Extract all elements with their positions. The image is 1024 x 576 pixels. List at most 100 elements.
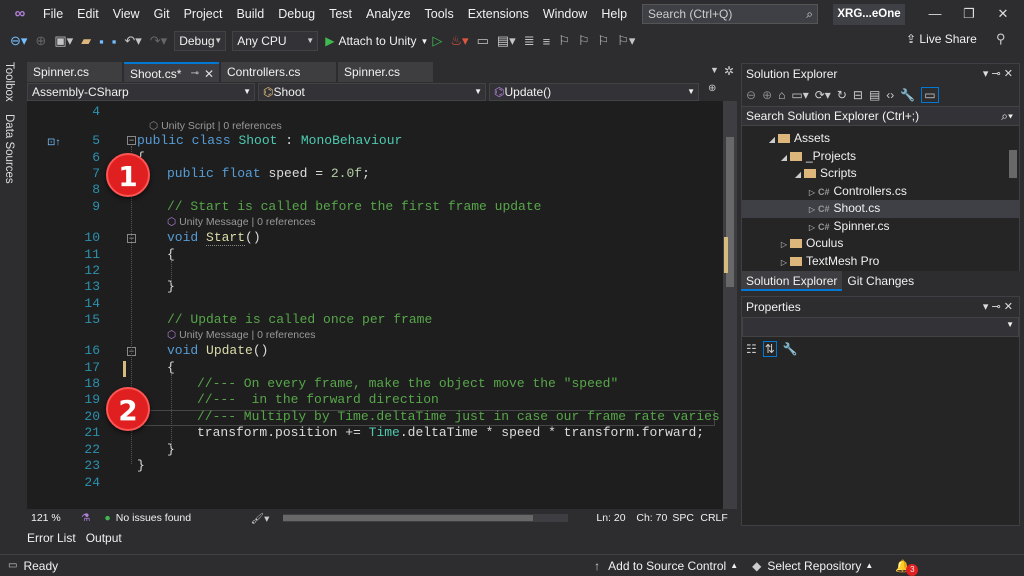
collapsed-icon[interactable]: ▷ xyxy=(778,236,790,254)
collapsed-icon[interactable]: ▷ xyxy=(778,254,790,272)
scrollbar-thumb[interactable] xyxy=(1009,150,1017,178)
solution-name-badge[interactable]: XRG...eOne xyxy=(833,4,905,25)
tab-spinner-2[interactable]: Spinner.cs xyxy=(338,62,433,82)
property-pages-icon[interactable]: 🔧 xyxy=(783,342,798,356)
browse-icon[interactable]: ▭ xyxy=(473,33,493,49)
home-icon[interactable]: ⌂ xyxy=(778,88,785,102)
select-repository[interactable]: Select Repository xyxy=(767,559,861,573)
error-list-tab[interactable]: Error List xyxy=(27,531,76,549)
code-view-icon[interactable]: ‹› xyxy=(886,88,894,102)
issues-status[interactable]: No issues found xyxy=(116,512,246,524)
uncomment-icon[interactable]: ≡ xyxy=(539,34,555,49)
horizontal-scrollbar[interactable] xyxy=(283,514,569,522)
hot-reload-icon[interactable]: ♨▾ xyxy=(446,33,472,49)
open-icon[interactable]: ▰ xyxy=(77,33,95,49)
menu-build[interactable]: Build xyxy=(229,0,271,28)
split-icon[interactable]: ⊕ xyxy=(708,83,716,101)
back-icon[interactable]: ⊖▾ xyxy=(6,33,31,49)
expand-icon[interactable]: ◢ xyxy=(778,149,790,167)
tab-spinner-1[interactable]: Spinner.cs xyxy=(27,62,122,82)
tree-item-scripts[interactable]: ◢ Scripts xyxy=(742,165,1019,183)
whitespace-indicator[interactable]: SPC xyxy=(672,512,700,524)
comment-icon[interactable]: ≣ xyxy=(520,33,539,49)
solution-search-input[interactable]: Search Solution Explorer (Ctrl+;) ⌕▾ xyxy=(742,106,1019,126)
save-all-icon[interactable]: ▪ xyxy=(108,34,121,49)
tab-shoot[interactable]: Shoot.cs* ⊸ ✕ xyxy=(124,62,219,82)
menu-window[interactable]: Window xyxy=(536,0,594,28)
categorized-icon[interactable]: ☷ xyxy=(746,342,757,356)
code-lens-class[interactable]: ⬡ Unity Script | 0 references xyxy=(149,119,282,133)
tree-item-shoot[interactable]: ▷ C# Shoot.cs xyxy=(742,200,1019,218)
save-icon[interactable]: ▪ xyxy=(95,34,108,49)
bookmark-clear-icon[interactable]: ⚐▾ xyxy=(613,33,639,49)
switch-views-icon[interactable]: ▭▾ xyxy=(791,88,808,102)
tree-item-spinner[interactable]: ▷ C# Spinner.cs xyxy=(742,218,1019,236)
toolbox-tab[interactable]: Toolbox xyxy=(3,62,15,102)
gear-icon[interactable]: ✲ xyxy=(724,64,734,78)
tree-item-projects[interactable]: ◢ _Projects xyxy=(742,148,1019,166)
menu-edit[interactable]: Edit xyxy=(70,0,106,28)
output-tab[interactable]: Output xyxy=(86,531,122,549)
collapse-all-icon[interactable]: ⊟ xyxy=(853,88,863,102)
attach-to-unity-button[interactable]: ▶ Attach to Unity ▼ xyxy=(325,34,428,48)
preview-icon[interactable]: ▭ xyxy=(921,87,939,103)
panel-controls-icon[interactable]: ▾ ⊸ ✕ xyxy=(983,297,1013,317)
forward-icon[interactable]: ⊕ xyxy=(762,88,772,102)
menu-git[interactable]: Git xyxy=(147,0,177,28)
tree-item-controllers[interactable]: ▷ C# Controllers.cs xyxy=(742,183,1019,201)
wrench-icon[interactable]: 🔧 xyxy=(900,88,915,102)
column-indicator[interactable]: Ch: 70 xyxy=(636,512,672,524)
panel-controls-icon[interactable]: ▾ ⊸ ✕ xyxy=(983,64,1013,84)
collapsed-icon[interactable]: ▷ xyxy=(806,201,818,219)
zoom-level[interactable]: 121 % xyxy=(31,512,81,524)
scrollbar-thumb[interactable] xyxy=(283,515,534,521)
pending-changes-icon[interactable]: ⟳▾ xyxy=(815,88,831,102)
tree-item-assets[interactable]: ◢ Assets xyxy=(742,130,1019,148)
collapsed-icon[interactable]: ▷ xyxy=(806,219,818,237)
brush-icon[interactable]: 🖌▾ xyxy=(251,512,270,525)
alphabetical-icon[interactable]: ⇅ xyxy=(762,341,777,357)
menu-analyze[interactable]: Analyze xyxy=(359,0,417,28)
git-changes-tab[interactable]: Git Changes xyxy=(842,271,919,291)
menu-help[interactable]: Help xyxy=(594,0,634,28)
fold-toggle[interactable]: − xyxy=(127,136,136,145)
redo-icon[interactable]: ↷▾ xyxy=(146,33,171,49)
ai-icon[interactable]: ⚗ xyxy=(81,512,90,524)
menu-test[interactable]: Test xyxy=(322,0,359,28)
line-ending-indicator[interactable]: CRLF xyxy=(700,512,727,524)
menu-file[interactable]: File xyxy=(36,0,70,28)
bookmark-next-icon[interactable]: ⚐ xyxy=(594,33,614,49)
start-without-debugging-icon[interactable]: ▷ xyxy=(428,33,446,49)
bookmark-icon[interactable]: ⚐ xyxy=(554,33,574,49)
feedback-icon[interactable]: ⚲ xyxy=(996,31,1006,47)
show-all-files-icon[interactable]: ▤ xyxy=(869,88,880,102)
solution-explorer-tab[interactable]: Solution Explorer xyxy=(741,271,843,291)
menu-view[interactable]: View xyxy=(106,0,147,28)
menu-tools[interactable]: Tools xyxy=(418,0,461,28)
refresh-icon[interactable]: ↻ xyxy=(837,88,847,102)
search-input[interactable]: Search (Ctrl+Q) ⌕ xyxy=(642,4,818,24)
window-layout-icon[interactable]: ▤▾ xyxy=(493,33,520,49)
configuration-select[interactable]: Debug ▼ xyxy=(174,31,227,51)
collapsed-icon[interactable]: ▷ xyxy=(806,184,818,202)
restore-icon[interactable]: ❐ xyxy=(954,4,984,24)
data-sources-tab[interactable]: Data Sources xyxy=(3,114,15,184)
menu-extensions[interactable]: Extensions xyxy=(461,0,536,28)
new-project-icon[interactable]: ▣▾ xyxy=(50,33,77,49)
object-select[interactable]: ▼ xyxy=(742,317,1019,337)
minimize-icon[interactable]: — xyxy=(920,4,950,24)
line-indicator[interactable]: Ln: 20 xyxy=(596,512,636,524)
back-icon[interactable]: ⊖ xyxy=(746,88,756,102)
forward-icon[interactable]: ⊕ xyxy=(31,33,50,49)
vs-logo-icon[interactable]: ∞ xyxy=(8,3,32,25)
add-to-source-control[interactable]: Add to Source Control xyxy=(608,559,726,573)
menu-project[interactable]: Project xyxy=(177,0,230,28)
expand-icon[interactable]: ◢ xyxy=(792,166,804,184)
undo-icon[interactable]: ↶▾ xyxy=(120,33,145,49)
tab-controllers[interactable]: Controllers.cs xyxy=(221,62,336,82)
tree-item-textmesh-pro[interactable]: ▷ TextMesh Pro xyxy=(742,253,1019,271)
platform-select[interactable]: Any CPU ▼ xyxy=(232,31,319,51)
member-select[interactable]: ⌬Update() ▼ xyxy=(489,83,699,101)
close-icon[interactable]: ✕ xyxy=(988,4,1018,24)
live-share-button[interactable]: ⇪ Live Share xyxy=(906,32,977,46)
